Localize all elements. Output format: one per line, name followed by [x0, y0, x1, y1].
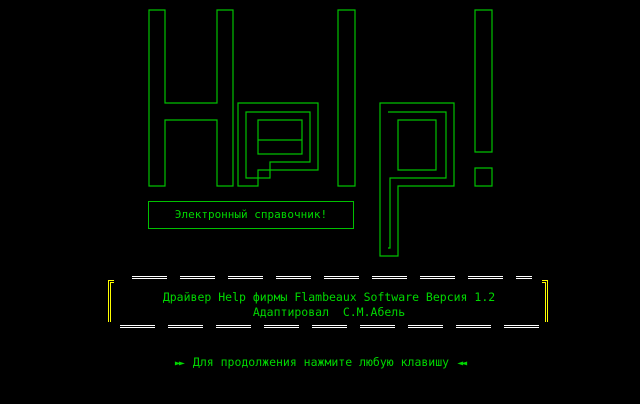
letter-h [148, 9, 234, 187]
letter-l [337, 9, 356, 187]
continue-hint[interactable]: ►► Для продолжения нажмите любую клавишу ◄… [0, 354, 640, 370]
letter-p [379, 102, 455, 257]
dash-border-bottom [120, 325, 540, 330]
driver-info-line: Драйвер Help фирмы Flambeaux Software Ве… [162, 290, 496, 304]
subtitle-box: Электронный справочник! [148, 201, 354, 229]
letter-p-inner [388, 111, 447, 249]
letter-e [237, 102, 319, 187]
dash-border-top [132, 276, 532, 281]
adapter-info-line: Адаптировал С.М.Абель [252, 305, 406, 319]
letter-e-inner [245, 111, 311, 179]
info-panel: Драйвер Help фирмы Flambeaux Software Ве… [106, 276, 552, 332]
letter-exclaim [474, 9, 493, 187]
subtitle-text: Электронный справочник! [174, 208, 328, 221]
continue-hint-text: Для продолжения нажмите любую клавишу [192, 355, 450, 369]
left-arrows-icon: ◄◄ [457, 358, 467, 369]
right-arrows-icon: ►► [174, 358, 185, 369]
